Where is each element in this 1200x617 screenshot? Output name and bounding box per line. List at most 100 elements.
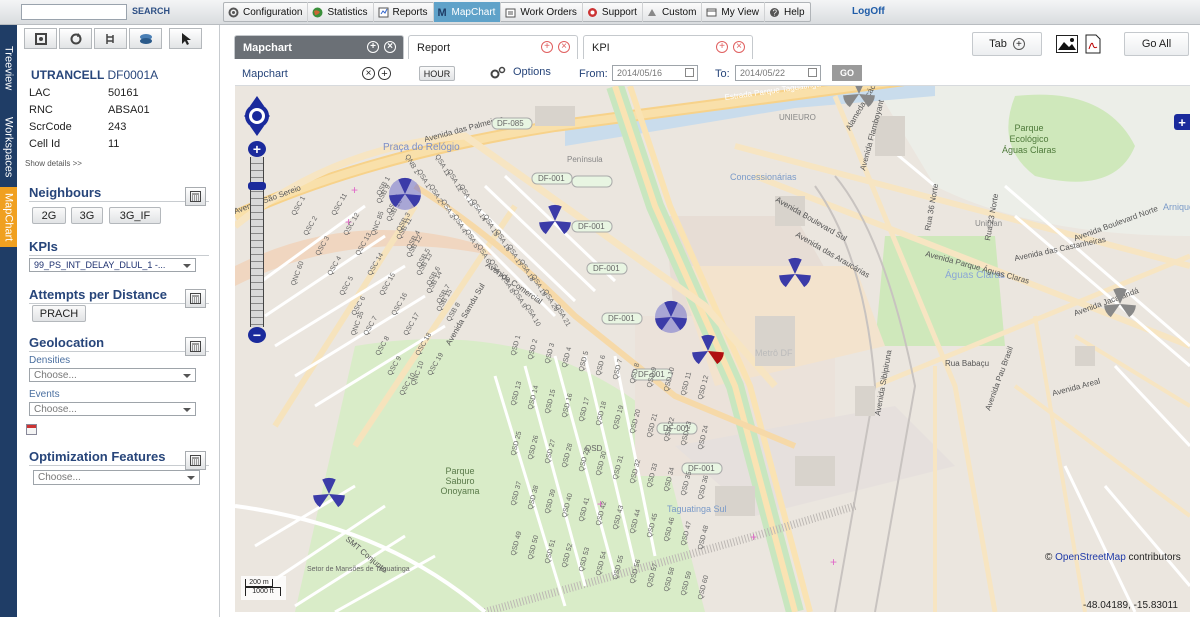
pan-icon (244, 96, 270, 136)
close-icon[interactable]: × (733, 41, 745, 53)
menu-support[interactable]: Support (583, 2, 643, 22)
calendar-icon[interactable] (26, 424, 37, 435)
menu-configuration[interactable]: Configuration (224, 2, 309, 22)
optimization-calc-button[interactable] (185, 451, 206, 470)
vtab-workspaces[interactable]: Workspaces (0, 109, 17, 185)
map-canvas[interactable]: + + + + + Praça do Relógio Parque Ecológico … (235, 86, 1190, 612)
svg-text:+: + (750, 530, 757, 544)
logoff-link[interactable]: LogOff (852, 6, 885, 17)
menu-label: Custom (661, 6, 697, 18)
kpi-select[interactable]: 99_PS_INT_DELAY_DLUL_1 -... (29, 258, 196, 272)
geolocation-calc-button[interactable] (185, 337, 206, 356)
prach-button[interactable]: PRACH (32, 305, 86, 322)
refresh-button[interactable] (59, 28, 92, 49)
show-details-link[interactable]: Show details >> (25, 159, 82, 168)
go-all-button[interactable]: Go All (1124, 32, 1189, 56)
menu-reports[interactable]: Reports (374, 2, 434, 22)
layer-switcher-button[interactable]: + (1174, 114, 1190, 130)
cell-tool-button[interactable] (24, 28, 57, 49)
vtab-mapchart[interactable]: MapChart (0, 187, 17, 247)
calendar-icon[interactable] (808, 68, 817, 77)
tab-report[interactable]: Report + × (408, 35, 578, 59)
neighbours-2g-button[interactable]: 2G (32, 207, 66, 224)
search-input[interactable] (21, 4, 127, 20)
menu-label: Work Orders (520, 6, 577, 18)
left-panel: UTRANCELL DF0001A LAC 50161 RNC ABSA01 Scr… (21, 25, 220, 617)
place-label: Onoyama (440, 486, 479, 496)
vertical-tabs: Treeview Workspaces MapChart (0, 25, 17, 617)
gear-icon (228, 7, 239, 18)
place-label: Taguatinga Sul (667, 504, 727, 514)
options-icon[interactable] (490, 66, 506, 83)
place-label: Parque (445, 466, 474, 476)
field-value: 243 (108, 121, 127, 133)
zoom-handle[interactable] (248, 182, 266, 190)
svg-text:+: + (830, 555, 837, 569)
granularity-button[interactable]: HOUR (419, 66, 455, 81)
zoom-in-button[interactable]: + (248, 141, 266, 157)
close-icon[interactable]: × (362, 67, 375, 80)
close-icon[interactable]: × (558, 41, 570, 53)
pan-control[interactable] (242, 93, 272, 139)
place-label: Península (567, 155, 603, 164)
add-icon[interactable]: + (367, 41, 379, 53)
add-tab-button[interactable]: Tab + (972, 32, 1042, 56)
attribution-suffix: contributors (1128, 552, 1181, 563)
scale-metric: 200 m (245, 579, 273, 587)
optimization-select[interactable]: Choose... (33, 470, 200, 485)
image-export-icon[interactable] (1056, 35, 1078, 56)
place-label: Metrô DF (755, 348, 793, 358)
tab-kpi[interactable]: KPI + × (583, 35, 753, 59)
tab-label: Mapchart (243, 41, 292, 54)
menu-mapchart[interactable]: M MapChart (433, 2, 502, 22)
report-icon (378, 7, 389, 18)
calculator-icon (190, 191, 201, 202)
cell-header: UTRANCELL DF0001A (31, 68, 158, 82)
field-key: Cell Id (29, 138, 61, 150)
go-button[interactable]: GO (832, 65, 862, 81)
vtab-treeview[interactable]: Treeview (0, 29, 17, 107)
layers-icon (139, 33, 152, 44)
densities-select[interactable]: Choose... (29, 368, 196, 382)
osm-link[interactable]: OpenStreetMap (1055, 552, 1126, 563)
menu-label: Reports (392, 6, 428, 18)
pdf-export-icon[interactable] (1085, 34, 1101, 57)
cursor-coordinates: -48.04189, -15.83011 (1083, 600, 1178, 611)
tab-mapchart[interactable]: Mapchart + × (234, 35, 404, 59)
options-button[interactable]: Options (513, 66, 551, 78)
main-menu: Configuration Statistics Reports M MapCha… (223, 2, 811, 22)
zoom-slider[interactable]: + − (248, 141, 266, 343)
add-icon[interactable]: + (716, 41, 728, 53)
road-shield: DF-001 (538, 174, 565, 183)
menu-help[interactable]: ? Help (765, 2, 810, 22)
search-button[interactable]: SEARCH (132, 6, 170, 16)
layers-button[interactable] (129, 28, 162, 49)
select-button[interactable] (169, 28, 202, 49)
neighbours-3g-button[interactable]: 3G (71, 207, 103, 224)
kpis-heading: KPIs (29, 239, 209, 256)
menu-work-orders[interactable]: Work Orders (501, 2, 583, 22)
place-label: Parque (1014, 123, 1043, 133)
attempts-calc-button[interactable] (185, 289, 206, 308)
add-tab-label: Tab (989, 38, 1007, 50)
add-icon[interactable]: + (541, 41, 553, 53)
tree-button[interactable] (94, 28, 127, 49)
field-key: ScrCode (29, 121, 72, 133)
neighbours-calc-button[interactable] (185, 187, 206, 206)
menu-my-view[interactable]: My View (702, 2, 766, 22)
neighbours-3g-if-button[interactable]: 3G_IF (109, 207, 161, 224)
place-label: Arniqueiras (1163, 202, 1190, 212)
tab-label: Report (417, 41, 451, 54)
mapchart-icon: M (437, 6, 447, 19)
close-icon[interactable]: × (384, 41, 396, 53)
add-icon[interactable]: + (378, 67, 391, 80)
menu-statistics[interactable]: Statistics (308, 2, 374, 22)
calculator-icon (190, 455, 201, 466)
calendar-icon[interactable] (685, 68, 694, 77)
workorder-icon (505, 7, 516, 18)
menu-custom[interactable]: Custom (643, 2, 703, 22)
zoom-out-button[interactable]: − (248, 327, 266, 343)
events-label: Events (29, 389, 60, 400)
attribution-symbol: © (1045, 552, 1053, 563)
events-select[interactable]: Choose... (29, 402, 196, 416)
